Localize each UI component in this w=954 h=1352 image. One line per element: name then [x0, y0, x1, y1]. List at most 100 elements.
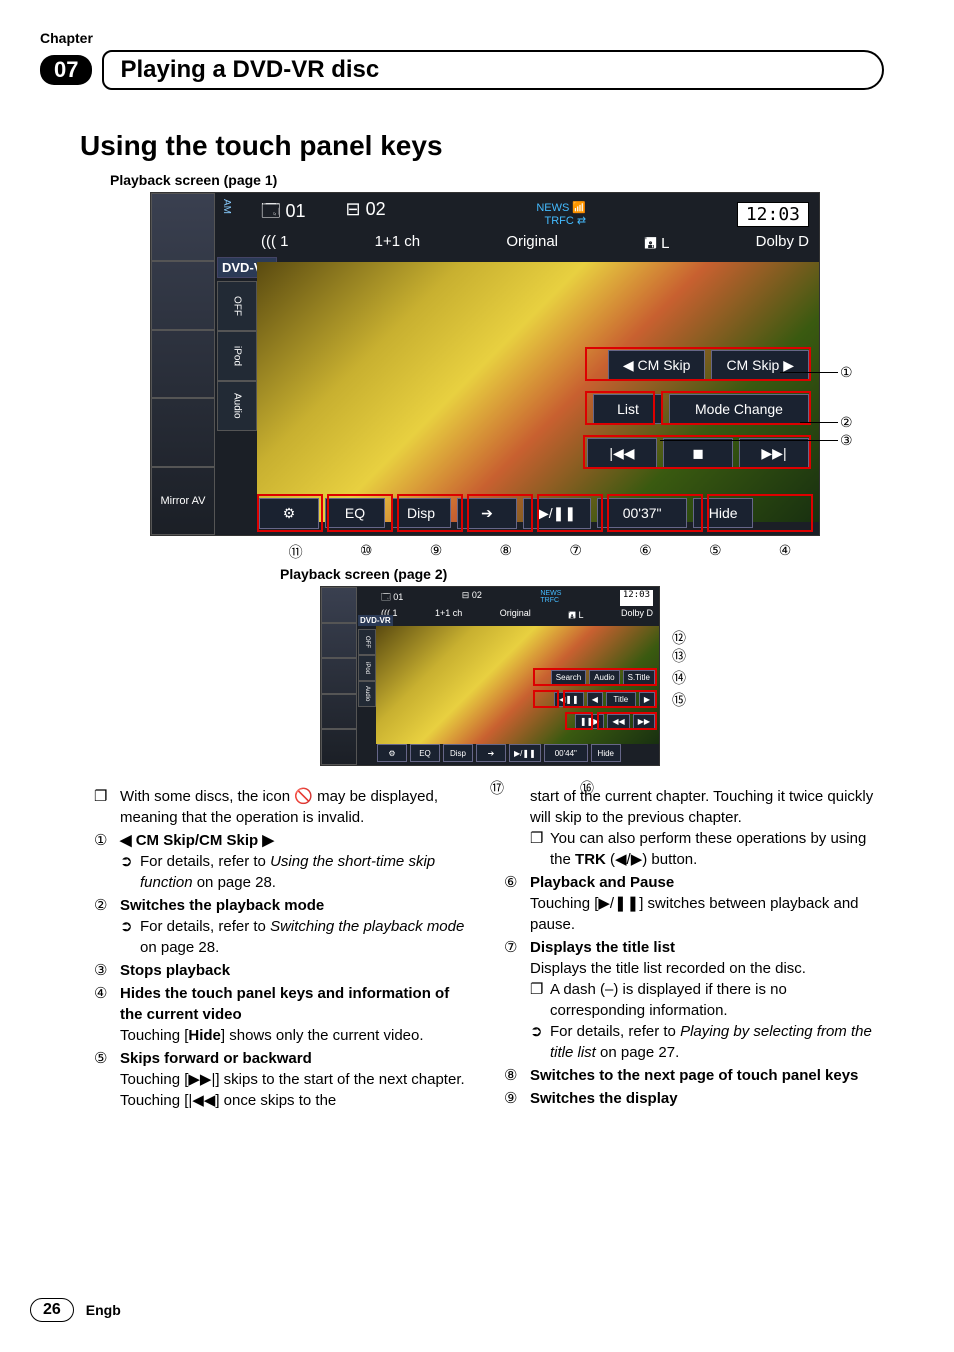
stitle-button[interactable]: S.Title: [623, 670, 655, 685]
page-footer: 26 Engb: [30, 1298, 121, 1322]
callout-6: ⑥: [639, 542, 652, 562]
callout-1: ①: [840, 364, 853, 381]
news-indicator: NEWSTRFC: [540, 590, 561, 606]
eq-button[interactable]: EQ: [410, 744, 440, 762]
elapsed-time: 00'37": [597, 498, 687, 528]
disp-button[interactable]: Disp: [391, 498, 451, 528]
next-page-button[interactable]: ➔: [476, 744, 506, 762]
audio-button[interactable]: Audio: [589, 670, 619, 685]
title-number: 🗔 01: [381, 590, 403, 606]
clock: 12:03: [620, 590, 653, 606]
source-tabs: OFF iPod Audio: [217, 281, 257, 431]
play-mode: Original: [500, 608, 531, 624]
disc-side: 🖪 L: [644, 233, 669, 258]
hide-button[interactable]: Hide: [591, 744, 621, 762]
clock: 12:03: [737, 202, 809, 227]
chapter-title: Playing a DVD-VR disc: [102, 50, 884, 90]
callout-8: ⑧: [500, 542, 513, 562]
sidebar-item[interactable]: [321, 587, 357, 623]
callout-11: ⑪: [289, 542, 303, 562]
sidebar-item[interactable]: [321, 623, 357, 659]
frame-back-button[interactable]: ◀❚❚: [554, 692, 584, 707]
right-column: start of the current chapter. Touching i…: [504, 786, 884, 1111]
settings-button[interactable]: ⚙: [259, 498, 319, 529]
next-chapter-button[interactable]: ▶▶|: [739, 438, 809, 469]
sidebar-item[interactable]: [151, 398, 215, 466]
page-header: 07 Playing a DVD-VR disc: [40, 50, 884, 90]
news-trfc-indicator: NEWS 📶TRFC ⇄: [536, 201, 586, 227]
callout-7: ⑦: [569, 542, 582, 562]
list-button[interactable]: List: [593, 394, 663, 424]
channel-mode: 1+1 ch: [375, 233, 420, 258]
sidebar-item[interactable]: [151, 193, 215, 261]
channel-mode: 1+1 ch: [435, 608, 462, 624]
tab-audio[interactable]: Audio: [217, 381, 257, 431]
cm-skip-back-button[interactable]: ◀ CM Skip: [608, 350, 706, 381]
callout-9: ⑨: [430, 542, 443, 562]
mode-change-button[interactable]: Mode Change: [669, 394, 809, 424]
dolby-label: Dolby D: [621, 608, 653, 624]
callout-17: ⑰: [490, 778, 504, 798]
language-code: Engb: [86, 1302, 121, 1318]
sidebar-item[interactable]: [321, 658, 357, 694]
stop-button[interactable]: ◼: [663, 438, 733, 469]
screen2-caption: Playback screen (page 2): [280, 566, 884, 582]
disc-side: 🖪 L: [568, 608, 583, 624]
fastfwd-button[interactable]: ▶▶: [633, 714, 655, 729]
title-back-button[interactable]: ◀: [587, 692, 603, 707]
dolby-label: Dolby D: [756, 233, 809, 258]
play-mode: Original: [506, 233, 558, 258]
chapter-label: Chapter: [40, 30, 884, 46]
title-label: Title: [606, 692, 636, 707]
video-area: ◀ CM Skip CM Skip ▶ List Mode Change |◀◀…: [257, 262, 819, 522]
play-pause-button[interactable]: ▶/❚❚: [509, 744, 541, 762]
dvdvr-badge: DVD-VR: [358, 615, 393, 626]
title-number: 🗔 01: [261, 199, 306, 229]
audio-channel: ((( 1: [261, 233, 289, 258]
next-page-button[interactable]: ➔: [457, 498, 517, 529]
chapter-number: 07: [40, 55, 92, 85]
playback-screen-1: Mirror AV AM 🗔 01 ⊟ 02 NEWS 📶TRFC ⇄ 12:0…: [150, 192, 820, 536]
chapter-number-display: ⊟ 02: [346, 199, 386, 229]
section-heading: Using the touch panel keys: [80, 130, 884, 162]
disp-button[interactable]: Disp: [443, 744, 473, 762]
hide-button[interactable]: Hide: [693, 498, 753, 528]
rewind-button[interactable]: ◀◀: [607, 714, 629, 729]
screen1-caption: Playback screen (page 1): [110, 172, 884, 188]
eq-button[interactable]: EQ: [325, 498, 385, 528]
callout-5: ⑤: [709, 542, 722, 562]
tab-ipod[interactable]: iPod: [358, 655, 376, 681]
bottom-bar: ⚙ EQ Disp ➔ ▶/❚❚ 00'37" Hide: [151, 491, 819, 535]
settings-button[interactable]: ⚙: [377, 744, 407, 762]
title-fwd-button[interactable]: ▶: [639, 692, 655, 707]
sidebar-item[interactable]: [151, 330, 215, 398]
playback-screen-2: 🗔 01 ⊟ 02 NEWSTRFC 12:03 ((( 1 1+1 ch Or…: [320, 586, 660, 766]
tab-audio[interactable]: Audio: [358, 681, 376, 707]
elapsed-time: 00'44": [544, 744, 588, 762]
callout-13: ⑬: [672, 646, 686, 666]
video-area: Search Audio S.Title ◀❚❚ ◀ Title ▶ ❚❚▶ ◀…: [376, 626, 659, 744]
tab-off[interactable]: OFF: [217, 281, 257, 331]
prev-chapter-button[interactable]: |◀◀: [587, 438, 657, 469]
callout-12: ⑫: [672, 628, 686, 648]
search-button[interactable]: Search: [551, 670, 586, 685]
left-column: ❐ With some discs, the icon 🚫 may be dis…: [94, 786, 474, 1111]
callout-4: ④: [779, 542, 792, 562]
callout-15: ⑮: [672, 690, 686, 710]
am-label: AM: [221, 199, 232, 214]
sidebar-item[interactable]: [151, 261, 215, 329]
callout-2: ②: [840, 414, 853, 431]
sidebar-item[interactable]: [321, 694, 357, 730]
tab-ipod[interactable]: iPod: [217, 331, 257, 381]
play-pause-button[interactable]: ▶/❚❚: [523, 498, 591, 529]
slow-button[interactable]: ❚❚▶: [575, 714, 605, 729]
callout-3: ③: [840, 432, 853, 449]
page-number: 26: [30, 1298, 74, 1322]
callout-14: ⑭: [672, 668, 686, 688]
callout-16: ⑯: [580, 778, 594, 798]
chapter-number-display: ⊟ 02: [462, 590, 482, 606]
source-sidebar: Mirror AV: [151, 193, 215, 535]
callout-10: ⑩: [360, 542, 373, 562]
cm-skip-fwd-button[interactable]: CM Skip ▶: [711, 350, 809, 381]
tab-off[interactable]: OFF: [358, 629, 376, 655]
